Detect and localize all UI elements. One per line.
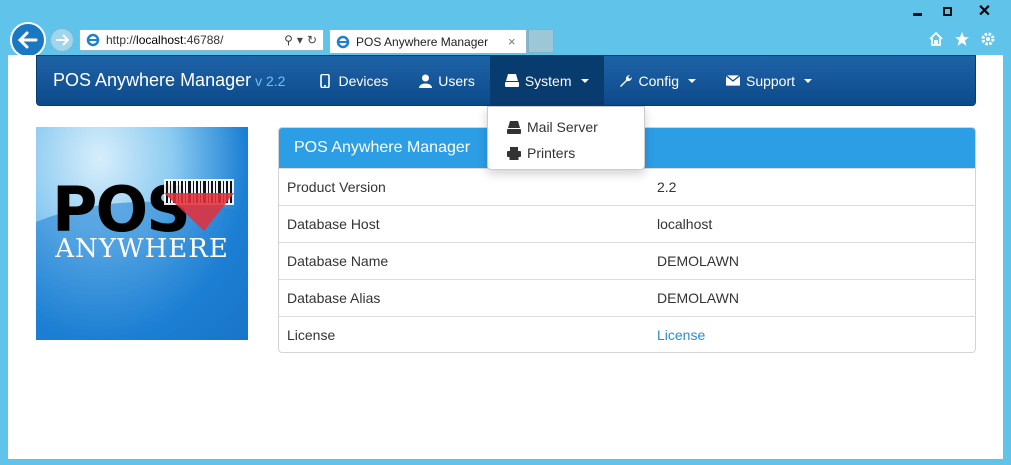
- system-dropdown-menu: Mail Server Printers: [487, 106, 645, 170]
- row-key: License: [287, 327, 336, 343]
- new-tab-button[interactable]: [528, 29, 554, 53]
- minimize-icon: [912, 12, 922, 16]
- top-navbar: POS Anywhere Manager v 2.2 Devices Users …: [36, 55, 976, 106]
- address-tools: ⚲ ▾ ↻: [284, 33, 317, 47]
- arrow-right-icon: [56, 34, 69, 46]
- menu-item-printers[interactable]: Printers: [488, 140, 644, 166]
- url-host: localhost: [136, 33, 184, 47]
- row-value: 2.2: [657, 179, 677, 195]
- nav-config-label: Config: [638, 72, 679, 89]
- row-value: DEMOLAWN: [657, 290, 739, 306]
- row-value: DEMOLAWN: [657, 253, 739, 269]
- nav-users-label: Users: [438, 72, 475, 89]
- chevron-down-icon: [687, 78, 696, 83]
- logo-graphic: POS ANYWHERE: [36, 173, 248, 340]
- nav-support-label: Support: [745, 72, 796, 89]
- table-row: Database Host localhost: [279, 205, 975, 242]
- nav-support[interactable]: Support: [711, 56, 827, 105]
- ie-icon: [84, 31, 102, 49]
- tab-close-icon[interactable]: ×: [508, 34, 526, 49]
- pos-anywhere-logo: POS ANYWHERE: [36, 127, 248, 340]
- maximize-icon: [942, 6, 952, 16]
- chevron-down-icon: [580, 78, 589, 83]
- settings-gear-icon[interactable]: [979, 30, 997, 48]
- table-row: Product Version 2.2: [279, 168, 975, 205]
- row-key: Database Host: [287, 216, 380, 232]
- home-icon[interactable]: [927, 30, 945, 48]
- close-icon: ✕: [977, 3, 992, 20]
- nav-system-label: System: [524, 72, 572, 89]
- browser-tab[interactable]: POS Anywhere Manager ×: [329, 29, 527, 53]
- license-link[interactable]: License: [657, 327, 975, 343]
- brand-title: POS Anywhere Manager: [53, 70, 252, 90]
- nav-devices[interactable]: Devices: [303, 56, 403, 105]
- row-key: Product Version: [287, 179, 386, 195]
- refresh-icon[interactable]: ↻: [307, 33, 317, 47]
- dropdown-icon[interactable]: ▾: [297, 33, 303, 47]
- forward-button[interactable]: [50, 28, 74, 52]
- menu-item-mail-server[interactable]: Mail Server: [488, 114, 644, 140]
- arrow-left-icon: [18, 31, 38, 49]
- print-icon: [507, 146, 521, 160]
- hdd-icon: [504, 74, 519, 88]
- chevron-down-icon: [804, 78, 813, 83]
- hdd-icon: [507, 120, 521, 134]
- url-text[interactable]: http://localhost:46788/: [106, 33, 284, 47]
- browser-chrome: ✕ http://localhost:46788/ ⚲ ▾ ↻ POS Anyw…: [0, 0, 1011, 58]
- navbar-brand[interactable]: POS Anywhere Manager v 2.2: [53, 70, 285, 91]
- maximize-button[interactable]: [932, 1, 962, 21]
- page-viewport: POS Anywhere Manager v 2.2 Devices Users …: [8, 55, 1003, 459]
- address-bar[interactable]: http://localhost:46788/ ⚲ ▾ ↻: [79, 29, 324, 51]
- window-controls: ✕: [902, 1, 1007, 21]
- table-row: Database Alias DEMOLAWN: [279, 279, 975, 316]
- menu-item-label: Mail Server: [527, 119, 598, 135]
- tab-title: POS Anywhere Manager: [356, 34, 489, 49]
- nav-config[interactable]: Config: [604, 56, 711, 105]
- table-row: Database Name DEMOLAWN: [279, 242, 975, 279]
- nav-system[interactable]: System: [489, 56, 604, 105]
- url-prefix: http://: [106, 33, 137, 47]
- minimize-button[interactable]: [902, 1, 932, 21]
- mobile-icon: [318, 73, 332, 88]
- nav-devices-label: Devices: [338, 72, 389, 89]
- brand-version: v 2.2: [255, 73, 286, 89]
- menu-item-label: Printers: [527, 145, 576, 161]
- row-value: localhost: [657, 216, 713, 232]
- favorites-star-icon[interactable]: [953, 30, 971, 48]
- row-key: Database Alias: [287, 290, 381, 306]
- user-icon: [418, 74, 432, 88]
- row-key: Database Name: [287, 253, 389, 269]
- back-button[interactable]: [10, 22, 46, 58]
- envelope-icon: [725, 74, 740, 88]
- url-rest: :46788/: [183, 33, 224, 47]
- logo-anywhere-text: ANYWHERE: [54, 234, 229, 264]
- wrench-icon: [619, 74, 633, 88]
- close-window-button[interactable]: ✕: [962, 1, 1007, 21]
- tab-ie-icon: [334, 33, 352, 51]
- search-icon[interactable]: ⚲: [284, 33, 293, 47]
- browser-toolbar: [927, 30, 997, 48]
- nav-users[interactable]: Users: [403, 56, 490, 105]
- table-row: License License: [279, 316, 975, 352]
